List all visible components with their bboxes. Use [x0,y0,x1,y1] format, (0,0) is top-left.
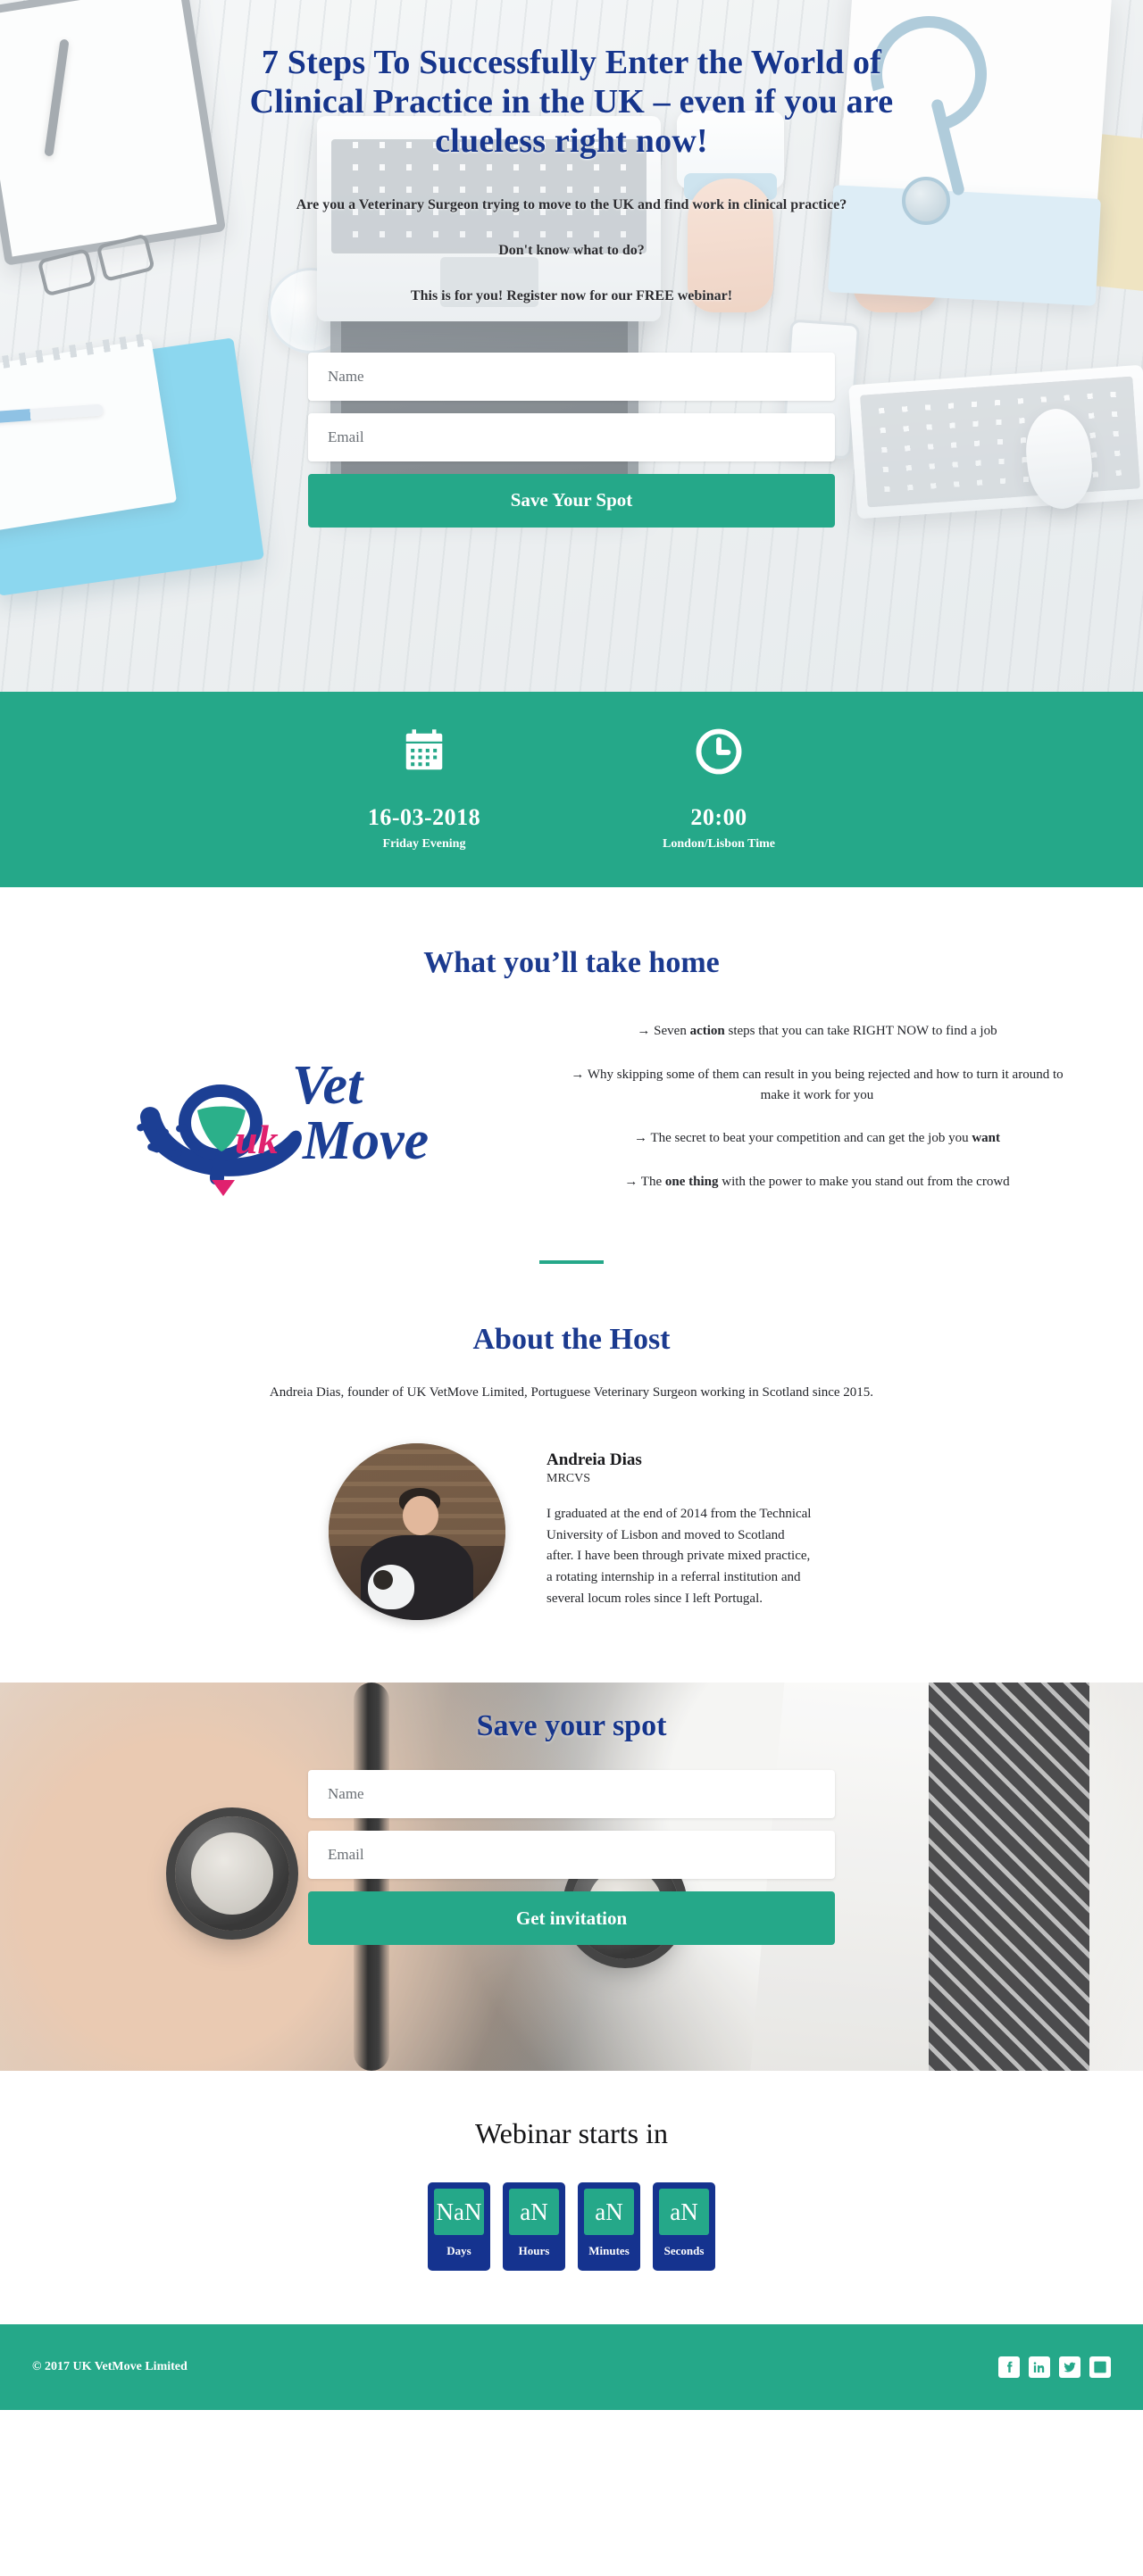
page-footer: © 2017 UK VetMove Limited [0,2324,1143,2410]
webinar-date-label: Friday Evening [382,837,466,851]
hero-email-input[interactable] [308,412,835,461]
countdown-unit-days: NaN Days [428,2182,490,2271]
about-host-intro: Andreia Dias, founder of UK VetMove Limi… [269,1385,874,1400]
linkedin-icon[interactable] [1029,2356,1050,2378]
benefit-item: → The one thing with the power to make y… [567,1172,1067,1192]
countdown-hours-label: Hours [518,2244,550,2257]
takehome-row: uk Vet Move → Seven action steps that yo… [0,980,1143,1232]
hero-subtitle-line-3: This is for you! Register now for our FR… [410,287,733,303]
save-your-spot-button[interactable]: Save Your Spot [308,473,835,528]
countdown-days-label: Days [446,2244,471,2257]
benefit-text: The secret to beat your competition and … [650,1131,1001,1146]
webinar-date-item: 16-03-2018 Friday Evening [330,724,518,852]
countdown-seconds-label: Seconds [663,2244,705,2257]
hero-content: 7 Steps To Successfully Enter the World … [219,0,924,528]
countdown-title: Webinar starts in [474,2117,669,2149]
benefit-text: Why skipping some of them can result in … [587,1067,1064,1102]
hero-subtitle-line-2: Don't know what to do? [498,243,645,259]
save-your-spot-title: Save your spot [476,1709,667,1742]
hero-subtitle: Are you a Veterinary Surgeon trying to m… [219,195,924,307]
copyright-text: © 2017 UK VetMove Limited [32,2360,188,2373]
benefit-item: → Why skipping some of them can result i… [567,1065,1067,1106]
countdown-section: Webinar starts in NaN Days aN Hours aN M… [0,2071,1143,2324]
countdown-unit-hours: aN Hours [503,2182,565,2271]
benefit-arrow-icon: → [624,1175,638,1190]
benefit-item: → Seven action steps that you can take R… [567,1021,1067,1042]
svg-text:uk: uk [235,1117,279,1162]
about-host-title: About the Host [472,1323,671,1356]
host-credential: MRCVS [546,1472,591,1485]
webinar-datetime-bar: 16-03-2018 Friday Evening 20:00 London/L… [0,692,1143,887]
host-bio: I graduated at the end of 2014 from the … [546,1507,812,1606]
webinar-time-value: 20:00 [690,804,747,830]
facebook-icon[interactable] [998,2356,1020,2378]
get-invitation-button[interactable]: Get invitation [308,1891,835,1945]
hero-signup-form: Save Your Spot [308,352,835,528]
host-info: Andreia Dias MRCVS I graduated at the en… [546,1443,814,1620]
hero-section: 7 Steps To Successfully Enter the World … [0,0,1143,692]
avatar-dog [367,1565,414,1610]
countdown-days-value: NaN [434,2189,484,2235]
countdown-minutes-label: Minutes [588,2244,630,2257]
spot-content: Save your spot Get invitation [308,1683,835,1945]
benefit-arrow-icon: → [637,1024,651,1038]
benefits-list: → Seven action steps that you can take R… [567,1021,1067,1192]
youtube-icon[interactable] [1089,2356,1111,2378]
host-profile-row: Andreia Dias MRCVS I graduated at the en… [0,1400,1143,1683]
hero-subtitle-line-1: Are you a Veterinary Surgeon trying to m… [296,197,847,213]
spot-name-input[interactable] [308,1770,835,1818]
benefit-arrow-icon: → [633,1131,647,1146]
social-links [998,2356,1111,2378]
countdown-hours-value: aN [509,2189,559,2235]
countdown-minutes-value: aN [584,2189,634,2235]
benefit-text: Seven action steps that you can take RIG… [654,1024,997,1038]
svg-text:Vet: Vet [292,1055,364,1116]
avatar [329,1443,505,1620]
ukvetmove-logo: uk Vet Move [76,1018,540,1196]
webinar-time-label: London/Lisbon Time [663,837,775,851]
twitter-icon[interactable] [1059,2356,1080,2378]
about-host-section: About the Host Andreia Dias, founder of … [0,1264,1143,1683]
benefit-text: The one thing with the power to make you… [640,1175,1010,1190]
save-your-spot-section: Save your spot Get invitation [0,1683,1143,2071]
host-name: Andreia Dias [546,1450,642,1469]
hero-name-input[interactable] [308,352,835,401]
benefit-arrow-icon: → [571,1067,585,1082]
countdown-unit-seconds: aN Seconds [653,2182,715,2271]
webinar-date-value: 16-03-2018 [367,804,481,830]
ukvetmove-logo-icon: uk Vet Move [137,1055,429,1196]
svg-text:Move: Move [302,1110,429,1171]
spot-email-input[interactable] [308,1831,835,1879]
page-title: 7 Steps To Successfully Enter the World … [249,44,894,161]
webinar-time-item: 20:00 London/Lisbon Time [625,724,813,852]
takehome-section: What you’ll take home uk Vet Move → Seve… [0,887,1143,1264]
calendar-icon [330,724,518,779]
benefit-item: → The secret to beat your competition an… [567,1128,1067,1149]
countdown-row: NaN Days aN Hours aN Minutes aN Seconds [0,2182,1143,2271]
countdown-seconds-value: aN [659,2189,709,2235]
clock-icon [625,724,813,779]
countdown-unit-minutes: aN Minutes [578,2182,640,2271]
spot-signup-form: Get invitation [308,1770,835,1945]
takehome-title: What you’ll take home [423,946,720,979]
